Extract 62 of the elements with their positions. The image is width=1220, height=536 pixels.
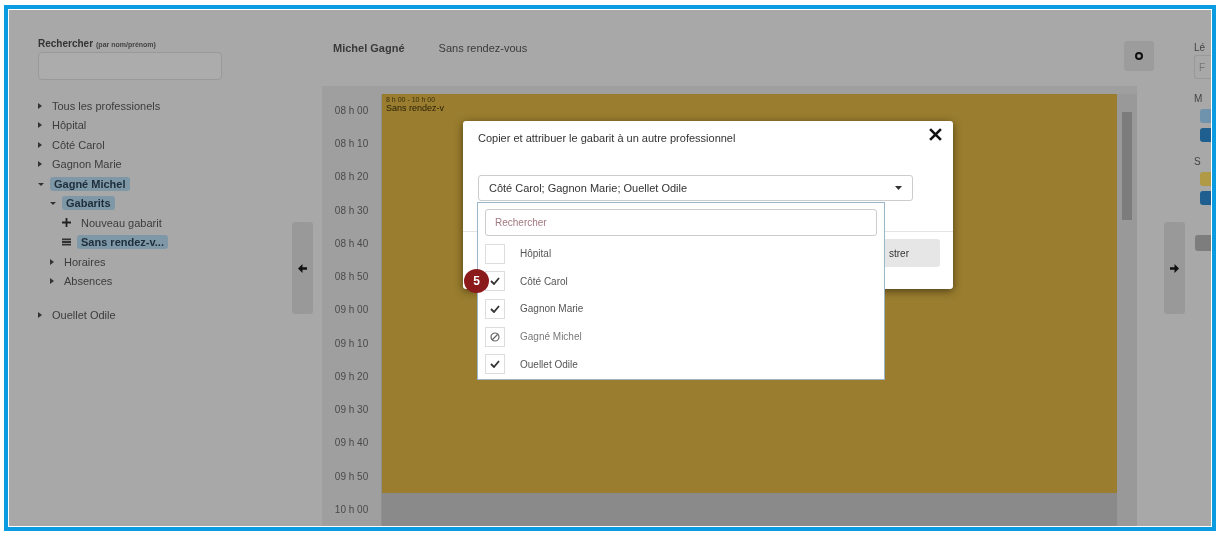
professional-select[interactable]: Côté Carol; Gagnon Marie; Ouellet Odile — [478, 175, 913, 201]
tree-item[interactable]: Gagnon Marie — [48, 157, 126, 172]
check-icon — [490, 305, 500, 313]
tree-item[interactable]: Sans rendez-v... — [77, 235, 168, 250]
blocked-icon — [490, 331, 500, 342]
collapsed-caret-icon[interactable] — [38, 102, 42, 109]
event-title: Sans rendez-v — [386, 102, 446, 113]
time-label: 09 h 40 — [334, 437, 369, 449]
tree-item[interactable]: Horaires — [60, 254, 110, 269]
tree-item[interactable]: Hôpital — [48, 118, 91, 133]
checkbox[interactable] — [485, 243, 505, 264]
check-icon — [490, 277, 500, 286]
time-label: 09 h 50 — [334, 470, 369, 482]
template-name: Sans rendez-vous — [438, 41, 528, 54]
checkbox[interactable] — [485, 299, 505, 319]
expanded-caret-icon[interactable] — [50, 200, 56, 207]
collapsed-caret-icon[interactable] — [38, 141, 42, 148]
legend-label: Lé — [1194, 42, 1207, 53]
option-label[interactable]: Côté Carol — [520, 275, 568, 287]
time-label: 08 h 40 — [334, 237, 369, 249]
tree-item[interactable]: Gabarits — [62, 196, 115, 211]
checkbox[interactable] — [485, 354, 505, 375]
legend-group[interactable]: S — [1194, 156, 1201, 167]
time-label: 09 h 00 — [334, 304, 369, 316]
check-icon — [490, 360, 500, 369]
collapsed-caret-icon[interactable] — [38, 122, 42, 129]
collapsed-caret-icon[interactable] — [38, 311, 42, 318]
caret-icon — [895, 186, 902, 190]
search-field[interactable]: Rechercher — [485, 209, 877, 236]
settings-icon — [1135, 52, 1144, 60]
time-label: 09 h 20 — [334, 370, 369, 382]
time-label: 08 h 30 — [334, 204, 369, 216]
option-label[interactable]: Hôpital — [520, 248, 552, 260]
scrollbar[interactable] — [1117, 93, 1138, 526]
tree-item[interactable]: Absences — [60, 274, 117, 289]
legend-group[interactable]: M — [1194, 93, 1203, 104]
time-label: 10 h 00 — [334, 503, 369, 515]
tree-item[interactable]: Côté Carol — [48, 137, 109, 152]
close-button[interactable] — [927, 126, 944, 143]
time-label: 09 h 30 — [334, 404, 369, 416]
right-arrow-icon — [1169, 263, 1179, 273]
tree-item[interactable]: Nouveau gabarit — [77, 215, 166, 230]
collapsed-caret-icon[interactable] — [50, 258, 54, 265]
time-label: 08 h 20 — [334, 171, 369, 183]
tree-item[interactable]: Ouellet Odile — [48, 307, 120, 322]
collapsed-caret-icon[interactable] — [38, 161, 42, 168]
tree-item[interactable]: Gagné Michel — [50, 176, 130, 191]
left-arrow-icon — [297, 263, 307, 273]
collapsed-caret-icon[interactable] — [50, 278, 54, 285]
time-label: 09 h 10 — [334, 337, 369, 349]
time-label: 08 h 10 — [334, 138, 369, 150]
settings-button[interactable] — [1124, 41, 1155, 71]
time-label: 08 h 50 — [334, 271, 369, 283]
plus-icon — [62, 218, 71, 228]
professional-name: Michel Gagné — [333, 41, 405, 54]
option-label[interactable]: Ouellet Odile — [520, 358, 578, 370]
time-label: 08 h 00 — [334, 104, 369, 116]
tree-item[interactable]: Tous les professionels — [48, 98, 165, 113]
expanded-caret-icon[interactable] — [38, 180, 44, 187]
list-icon — [62, 238, 71, 247]
option-label[interactable]: Gagnon Marie — [520, 303, 584, 315]
dialog-title: Copier et attribuer le gabarit à un autre professionnel — [478, 132, 736, 144]
